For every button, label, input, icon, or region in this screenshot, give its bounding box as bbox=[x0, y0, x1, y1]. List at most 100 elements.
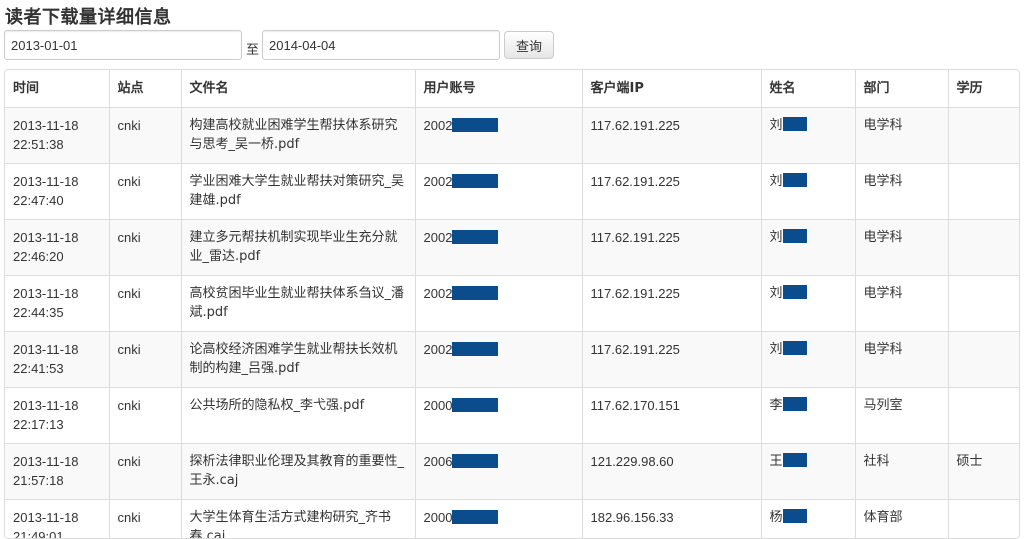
row-dept: 电学科 bbox=[864, 174, 903, 189]
cell-time: 2013-11-1822:17:13 bbox=[5, 388, 109, 444]
table-header-row: 时间 站点 文件名 用户账号 客户端IP 姓名 部门 学历 bbox=[5, 70, 1020, 108]
cell-client-ip: 117.62.170.151 bbox=[582, 388, 761, 444]
row-account: 2002 bbox=[424, 174, 453, 189]
cell-site: cnki bbox=[109, 388, 181, 444]
start-date-input[interactable] bbox=[4, 30, 242, 60]
row-date: 2013-11-18 bbox=[13, 118, 79, 133]
column-header-education: 学历 bbox=[948, 70, 1020, 108]
row-edu: 硕士 bbox=[957, 454, 983, 469]
row-filename: 探析法律职业伦理及其教育的重要性_王永.caj bbox=[190, 454, 405, 488]
name-redaction bbox=[783, 285, 807, 299]
cell-name: 刘 bbox=[761, 108, 855, 164]
cell-education bbox=[948, 108, 1020, 164]
row-filename: 高校贫困毕业生就业帮扶体系刍议_潘斌.pdf bbox=[190, 286, 405, 320]
cell-department: 电学科 bbox=[855, 220, 948, 276]
row-ip: 121.229.98.60 bbox=[591, 454, 674, 469]
table-row: 2013-11-18 22:47:40 cnki 学业困难大学生就业帮扶对策研究_吴建… bbox=[5, 164, 1020, 220]
row-dept: 电学科 bbox=[864, 230, 903, 245]
account-redaction bbox=[452, 342, 498, 356]
cell-education: 硕士 bbox=[948, 444, 1020, 500]
cell-education bbox=[948, 388, 1020, 444]
row-time: 22:47:40 bbox=[13, 193, 64, 208]
row-dept: 体育部 bbox=[864, 510, 903, 525]
cell-name: 刘 bbox=[761, 220, 855, 276]
name-redaction bbox=[783, 341, 807, 355]
cell-account: 2002 bbox=[415, 108, 582, 164]
cell-filename: 探析法律职业伦理及其教育的重要性_王永.caj bbox=[181, 444, 415, 500]
cell-time: 2013-11-1822:46:20 bbox=[5, 220, 109, 276]
row-dept: 电学科 bbox=[864, 286, 903, 301]
account-redaction bbox=[452, 286, 498, 300]
cell-filename: 构建高校就业困难学生帮扶体系研究与思考_吴一桥.pdf bbox=[181, 108, 415, 164]
row-dept: 马列室 bbox=[864, 398, 903, 413]
cell-account: 2002 bbox=[415, 220, 582, 276]
account-redaction bbox=[452, 230, 498, 244]
cell-filename: 公共场所的隐私权_李弋强.pdf bbox=[181, 388, 415, 444]
table-row: 2013-11-18 22:51:38 cnki 构建高校就业困难学生帮扶体系研究与思… bbox=[5, 108, 1020, 164]
download-table-container: 时间 站点 文件名 用户账号 客户端IP 姓名 部门 学历 2013-11-18… bbox=[4, 69, 1020, 539]
account-redaction bbox=[452, 398, 498, 412]
cell-department: 马列室 bbox=[855, 388, 948, 444]
row-site: cnki bbox=[118, 230, 141, 245]
row-time: 21:57:18 bbox=[13, 473, 64, 488]
cell-client-ip: 117.62.191.225 bbox=[582, 108, 761, 164]
row-name: 刘 bbox=[770, 286, 783, 301]
cell-site: cnki bbox=[109, 220, 181, 276]
cell-account: 2002 bbox=[415, 276, 582, 332]
query-button[interactable]: 查询 bbox=[504, 31, 554, 59]
row-filename: 公共场所的隐私权_李弋强.pdf bbox=[190, 398, 365, 413]
date-filter-bar: 至 查询 bbox=[4, 30, 564, 60]
cell-time: 2013-11-18 22:51:38 bbox=[5, 108, 109, 164]
row-filename: 构建高校就业困难学生帮扶体系研究与思考_吴一桥.pdf bbox=[190, 118, 398, 152]
account-redaction bbox=[452, 118, 498, 132]
row-filename: 建立多元帮扶机制实现毕业生充分就业_雷达.pdf bbox=[190, 230, 398, 264]
end-date-input[interactable] bbox=[262, 30, 500, 60]
cell-department: 电学科 bbox=[855, 164, 948, 220]
column-header-filename: 文件名 bbox=[181, 70, 415, 108]
row-name: 王 bbox=[770, 454, 783, 469]
row-filename: 大学生体育生活方式建构研究_齐书春.caj bbox=[190, 510, 392, 539]
cell-account: 2002 bbox=[415, 164, 582, 220]
account-redaction bbox=[452, 510, 498, 524]
cell-education bbox=[948, 220, 1020, 276]
row-site: cnki bbox=[118, 118, 141, 133]
row-time: 22:51:38 bbox=[13, 137, 64, 152]
row-ip: 117.62.191.225 bbox=[591, 230, 680, 245]
cell-education bbox=[948, 500, 1020, 539]
row-account: 2002 bbox=[424, 118, 453, 133]
row-time: 22:44:35 bbox=[13, 305, 64, 320]
row-ip: 117.62.191.225 bbox=[591, 174, 680, 189]
row-date: 2013-11-18 bbox=[13, 286, 79, 301]
table-row: 2013-11-1821:49:01cnki大学生体育生活方式建构研究_齐书春.… bbox=[5, 500, 1020, 539]
cell-site: cnki bbox=[109, 276, 181, 332]
row-dept: 电学科 bbox=[864, 118, 903, 133]
row-account: 2006 bbox=[424, 454, 453, 469]
table-row: 2013-11-1821:57:18cnki探析法律职业伦理及其教育的重要性_王… bbox=[5, 444, 1020, 500]
row-dept: 社科 bbox=[864, 454, 890, 469]
row-date: 2013-11-18 bbox=[13, 342, 79, 357]
row-time: 21:49:01 bbox=[13, 529, 64, 539]
name-redaction bbox=[783, 397, 807, 411]
table-row: 2013-11-1822:17:13cnki 公共场所的隐私权_李弋强.pdf 20… bbox=[5, 388, 1020, 444]
cell-filename: 学业困难大学生就业帮扶对策研究_吴建雄.pdf bbox=[181, 164, 415, 220]
row-ip: 117.62.191.225 bbox=[591, 342, 680, 357]
cell-site: cnki bbox=[109, 108, 181, 164]
cell-name: 杨 bbox=[761, 500, 855, 539]
cell-department: 电学科 bbox=[855, 108, 948, 164]
row-site: cnki bbox=[118, 174, 141, 189]
row-date: 2013-11-18 bbox=[13, 510, 79, 525]
row-site: cnki bbox=[118, 342, 141, 357]
account-redaction bbox=[452, 174, 498, 188]
cell-filename: 建立多元帮扶机制实现毕业生充分就业_雷达.pdf bbox=[181, 220, 415, 276]
cell-name: 李 bbox=[761, 388, 855, 444]
cell-account: 2000 bbox=[415, 388, 582, 444]
table-body: 2013-11-18 22:51:38 cnki 构建高校就业困难学生帮扶体系研究与思… bbox=[5, 108, 1020, 539]
row-date: 2013-11-18 bbox=[13, 174, 79, 189]
cell-account: 2002 bbox=[415, 332, 582, 388]
column-header-name: 姓名 bbox=[761, 70, 855, 108]
row-time: 22:17:13 bbox=[13, 417, 64, 432]
row-dept: 电学科 bbox=[864, 342, 903, 357]
row-filename: 论高校经济困难学生就业帮扶长效机制的构建_吕强.pdf bbox=[190, 342, 398, 376]
name-redaction bbox=[783, 453, 807, 467]
cell-name: 王 bbox=[761, 444, 855, 500]
